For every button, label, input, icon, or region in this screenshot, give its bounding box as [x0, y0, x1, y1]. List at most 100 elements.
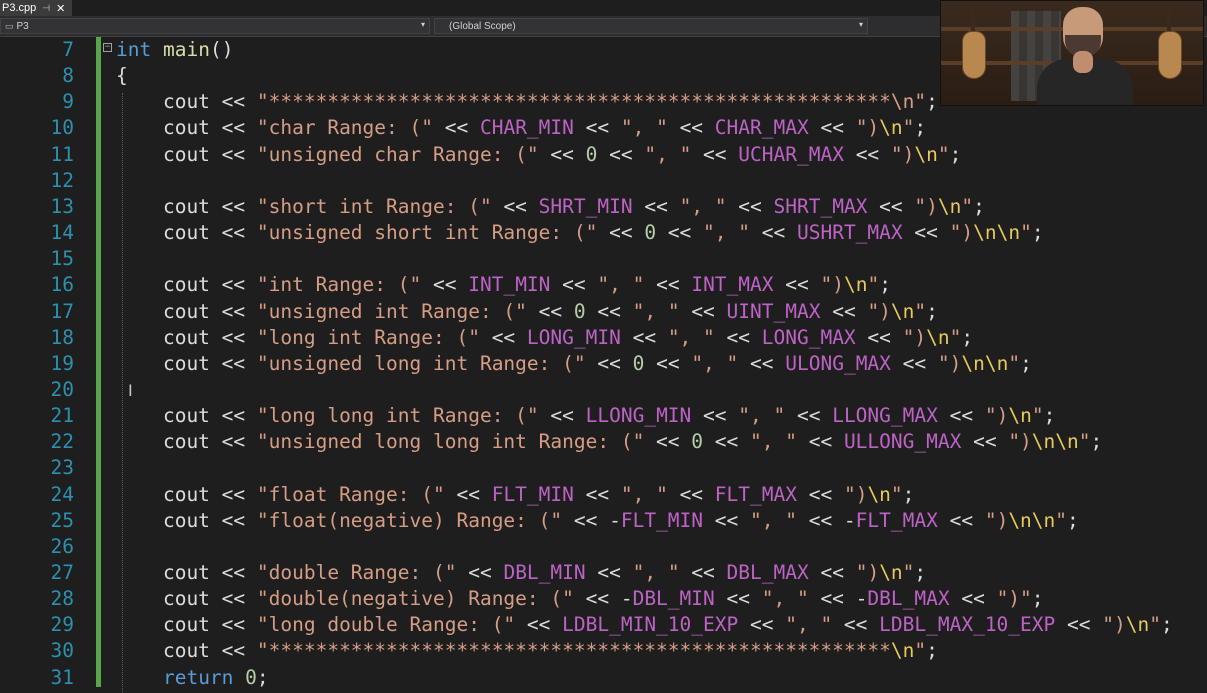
- code-text: cout << "float Range: (" << FLT_MIN << "…: [116, 482, 914, 508]
- code-line[interactable]: 24 cout << "float Range: (" << FLT_MIN <…: [0, 482, 1207, 508]
- line-number: 22: [50, 430, 74, 454]
- code-token: return: [162, 665, 234, 689]
- code-editor[interactable]: I 7− int main() 8{9 cout << "*************…: [0, 37, 1207, 693]
- guitar-neck: [971, 1, 975, 35]
- code-line[interactable]: 27 cout << "double Range: (" << DBL_MIN …: [0, 560, 1207, 586]
- code-token: FLT_MIN: [620, 508, 704, 532]
- code-token: <<: [961, 430, 1009, 454]
- code-token: ", ": [667, 325, 715, 349]
- code-line[interactable]: 30 cout << "****************************…: [0, 638, 1207, 664]
- code-token: ;: [879, 273, 891, 297]
- scope-dropdown[interactable]: (Global Scope) ▾: [434, 18, 868, 34]
- code-token: ": [902, 561, 915, 584]
- code-token: <<: [796, 430, 844, 454]
- code-token: \n\n: [973, 221, 1021, 245]
- line-number: 27: [50, 561, 74, 584]
- code-token: cout <<: [116, 221, 257, 245]
- code-token: <<: [679, 561, 727, 584]
- code-line[interactable]: 13 cout << "short int Range: (" << SHRT_…: [0, 194, 1207, 220]
- code-line[interactable]: 17 cout << "unsigned int Range: (" << 0 …: [0, 299, 1207, 325]
- code-token: "): [843, 482, 868, 506]
- project-dropdown[interactable]: ▭ P3 ▾: [0, 18, 430, 34]
- code-line[interactable]: 20: [0, 377, 1207, 403]
- code-token: \n: [890, 639, 915, 663]
- line-number: 12: [50, 168, 74, 192]
- code-token: <<: [585, 351, 633, 375]
- code-token: "unsigned char Range: (": [256, 142, 539, 166]
- code-token: "): [937, 351, 962, 375]
- code-token: <<: [820, 299, 868, 323]
- code-token: \n: [926, 325, 950, 349]
- code-token: "unsigned int Range: (": [256, 299, 527, 323]
- code-token: \n\n: [1031, 430, 1079, 454]
- code-token: << -: [562, 508, 621, 532]
- code-token: SHRT_MIN: [538, 194, 633, 218]
- code-token: CHAR_MAX: [714, 116, 809, 140]
- code-line[interactable]: 15: [0, 246, 1207, 272]
- code-token: "): [855, 561, 880, 584]
- code-token: ULLONG_MAX: [843, 430, 962, 454]
- code-token: FLT_MAX: [714, 482, 797, 506]
- scope-dropdown-label: (Global Scope): [449, 20, 516, 32]
- code-line[interactable]: 29 cout << "long double Range: (" << LDB…: [0, 612, 1207, 638]
- line-number: 23: [50, 456, 74, 480]
- code-token: LLONG_MAX: [832, 404, 938, 428]
- pin-icon[interactable]: ⊣: [42, 3, 50, 14]
- code-token: ", ": [632, 299, 680, 323]
- code-token: ", ": [750, 430, 797, 454]
- code-line[interactable]: 25 cout << "float(negative) Range: (" <<…: [0, 508, 1207, 534]
- code-text: {: [116, 63, 128, 89]
- code-token: "***************************************…: [256, 639, 891, 663]
- code-line[interactable]: 16 cout << "int Range: (" << INT_MIN << …: [0, 272, 1207, 298]
- code-line[interactable]: 14 cout << "unsigned short int Range: ("…: [0, 220, 1207, 246]
- close-icon[interactable]: ✕: [56, 2, 65, 15]
- code-token: <<: [738, 351, 786, 375]
- code-text: cout << "char Range: (" << CHAR_MIN << "…: [116, 115, 926, 141]
- code-token: "): [855, 116, 880, 140]
- code-token: ;: [1020, 351, 1032, 375]
- code-line[interactable]: 10 cout << "char Range: (" << CHAR_MIN <…: [0, 115, 1207, 141]
- code-line[interactable]: 26: [0, 534, 1207, 560]
- code-token: <<: [644, 430, 692, 454]
- line-number: 24: [50, 482, 74, 506]
- code-token: "long int Range: (": [256, 325, 480, 349]
- code-token: <<: [644, 273, 692, 297]
- code-token: ": [1020, 221, 1032, 245]
- code-token: ", ": [632, 561, 680, 584]
- code-token: ": [1031, 404, 1044, 428]
- code-token: <<: [644, 351, 692, 375]
- code-line[interactable]: 28 cout << "double(negative) Range: (" <…: [0, 586, 1207, 612]
- code-line[interactable]: 11 cout << "unsigned char Range: (" << 0…: [0, 142, 1207, 168]
- code-token: <<: [515, 613, 563, 637]
- code-token: "long double Range: (": [256, 613, 516, 637]
- code-line[interactable]: 23: [0, 455, 1207, 481]
- tab-p3-cpp[interactable]: P3.cpp ⊣ ✕: [0, 0, 72, 16]
- code-token: << -: [808, 587, 868, 611]
- code-token: LONG_MAX: [761, 325, 856, 349]
- line-number: 29: [50, 613, 74, 637]
- code-line[interactable]: 19 cout << "unsigned long int Range: (" …: [0, 351, 1207, 377]
- code-token: <<: [479, 325, 527, 349]
- code-line[interactable]: 22 cout << "unsigned long long int Range…: [0, 429, 1207, 455]
- code-token: <<: [667, 482, 715, 506]
- code-token: "): [984, 508, 1009, 532]
- code-token: <<: [421, 273, 469, 297]
- code-text: cout << "double(negative) Range: (" << -…: [116, 586, 1044, 612]
- code-token: <<: [738, 613, 786, 637]
- code-token: ": [1149, 613, 1161, 637]
- collapse-icon[interactable]: −: [103, 43, 112, 52]
- code-token: "***************************************…: [256, 90, 927, 114]
- code-token: "): [949, 221, 974, 245]
- code-token: <<: [632, 194, 680, 218]
- code-token: ;: [1031, 221, 1044, 245]
- code-line[interactable]: 21 cout << "long long int Range: (" << L…: [0, 403, 1207, 429]
- code-line[interactable]: 12: [0, 168, 1207, 194]
- code-token: cout <<: [116, 90, 257, 114]
- code-token: ": [937, 142, 950, 166]
- code-token: <<: [843, 142, 891, 166]
- code-line[interactable]: 18 cout << "long int Range: (" << LONG_M…: [0, 325, 1207, 351]
- code-token: <<: [550, 273, 598, 297]
- code-token: <<: [491, 194, 539, 218]
- chevron-down-icon: ▾: [858, 20, 863, 29]
